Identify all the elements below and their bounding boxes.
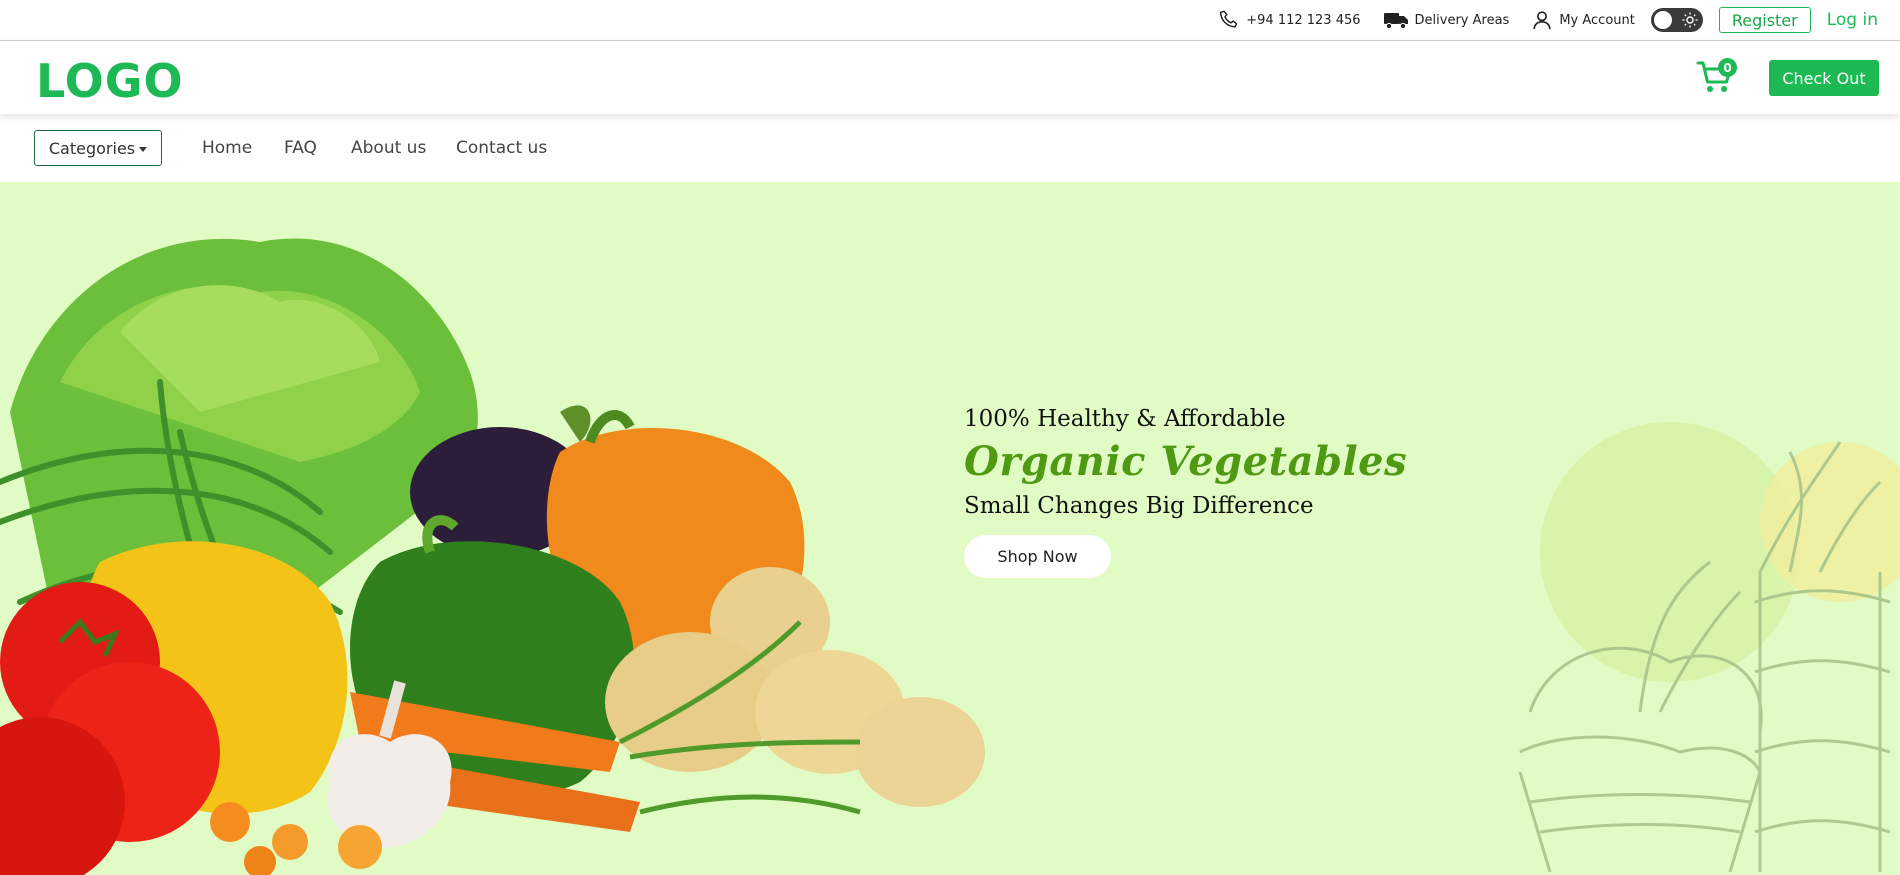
login-link[interactable]: Log in (1827, 10, 1878, 30)
phone-number: +94 112 123 456 (1246, 12, 1361, 28)
delivery-areas-link[interactable]: Delivery Areas (1383, 10, 1510, 30)
nav-faq[interactable]: FAQ (284, 138, 317, 158)
nav-contact[interactable]: Contact us (456, 138, 547, 158)
shop-now-button[interactable]: Shop Now (964, 535, 1111, 578)
hero-text-block: 100% Healthy & Affordable Organic Vegeta… (964, 406, 1407, 578)
phone-icon (1220, 10, 1238, 28)
theme-toggle[interactable] (1650, 8, 1703, 32)
delivery-areas-label: Delivery Areas (1414, 12, 1510, 28)
categories-dropdown[interactable]: Categories (34, 130, 162, 166)
sun-icon (1682, 12, 1698, 28)
nav-home[interactable]: Home (202, 138, 252, 158)
top-utility-bar: +94 112 123 456 Delivery Areas My Accoun… (0, 0, 1900, 41)
user-icon (1533, 11, 1551, 30)
hero-tagline: 100% Healthy & Affordable (964, 406, 1286, 432)
my-account-link[interactable]: My Account (1531, 9, 1635, 31)
caret-down-icon (139, 146, 148, 152)
register-button[interactable]: Register (1718, 7, 1811, 33)
phone-link[interactable]: +94 112 123 456 (1218, 9, 1361, 31)
sketch-basket-image (1518, 422, 1900, 873)
main-nav: Categories Home FAQ About us Contact us (0, 114, 1900, 182)
hero-banner: 100% Healthy & Affordable Organic Vegeta… (0, 182, 1900, 875)
categories-label: Categories (48, 138, 136, 158)
truck-icon (1383, 13, 1408, 30)
hero-headline: Organic Vegetables (964, 438, 1408, 485)
cart-count-badge: 0 (1718, 58, 1737, 77)
my-account-label: My Account (1559, 12, 1635, 28)
nav-about[interactable]: About us (351, 138, 426, 158)
main-header: LOGO 0 Check Out (0, 41, 1900, 114)
checkout-button[interactable]: Check Out (1769, 60, 1879, 96)
site-logo[interactable]: LOGO (36, 54, 184, 108)
vegetables-image (0, 238, 985, 875)
toggle-knob (1653, 11, 1672, 29)
hero-subline: Small Changes Big Difference (964, 493, 1314, 519)
